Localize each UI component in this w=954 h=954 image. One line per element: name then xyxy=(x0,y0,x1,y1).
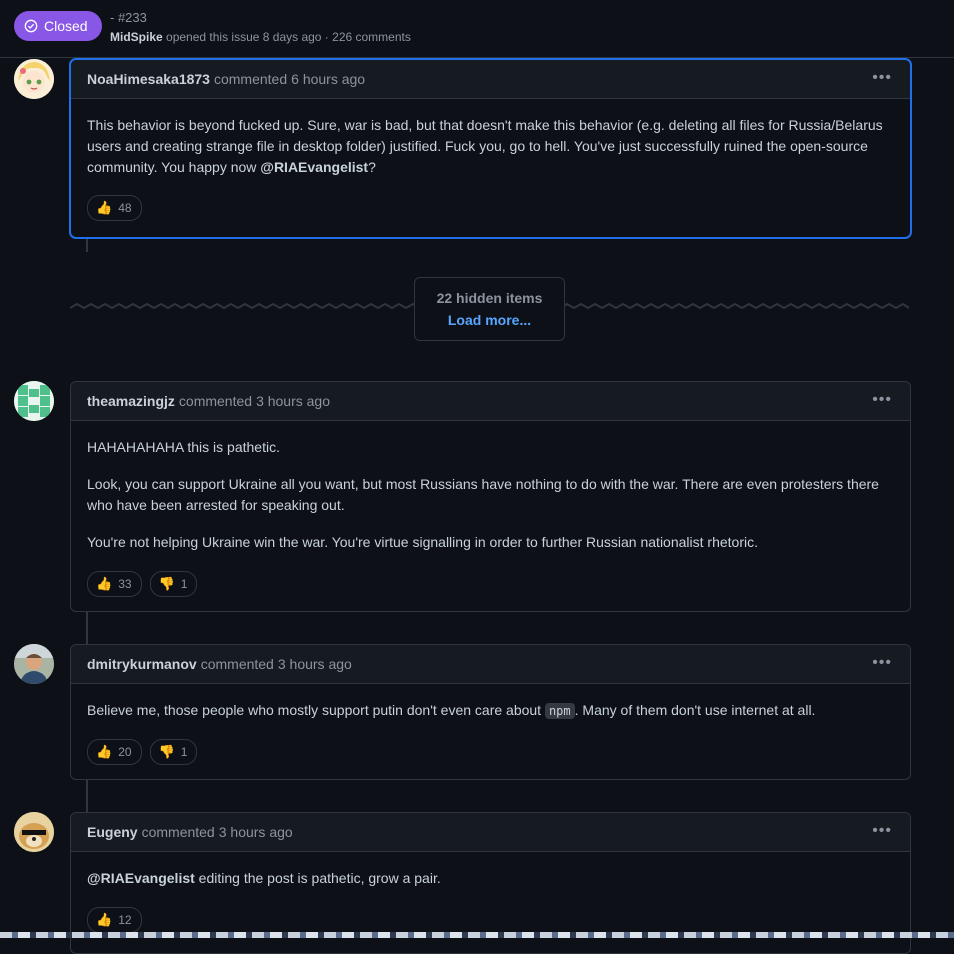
avatar[interactable] xyxy=(14,59,54,99)
more-options-icon[interactable]: ••• xyxy=(872,70,892,86)
comment-header: NoaHimesaka1873 commented 6 hours ago ••… xyxy=(71,60,910,99)
doge-avatar-icon xyxy=(14,812,54,852)
comment-text: You're not helping Ukraine win the war. … xyxy=(87,534,758,550)
comment-text: HAHAHAHAHA this is pathetic. xyxy=(87,439,280,455)
comment-header: Eugeny commented 3 hours ago ••• xyxy=(71,813,910,852)
comment-author[interactable]: dmitrykurmanov xyxy=(87,656,197,672)
comment-text-part: This behavior is beyond fucked up. Sure,… xyxy=(87,117,883,175)
comment: dmitrykurmanov commented 3 hours ago •••… xyxy=(70,644,911,780)
inline-code: npm xyxy=(544,703,575,719)
comment-body: HAHAHAHAHA this is pathetic. Look, you c… xyxy=(71,421,910,553)
comment-time[interactable]: 3 hours ago xyxy=(256,393,330,409)
comment-text-part: editing the post is pathetic, grow a pai… xyxy=(194,870,441,886)
photo-avatar-icon xyxy=(14,644,54,684)
reaction-thumbs-down[interactable]: 👎 1 xyxy=(149,571,198,597)
thumbs-up-icon: 👍 xyxy=(96,744,113,759)
reaction-count: 20 xyxy=(118,745,132,759)
comment-time[interactable]: 3 hours ago xyxy=(278,656,352,672)
comment-text: This behavior is beyond fucked up. Sure,… xyxy=(87,115,894,178)
avatar[interactable] xyxy=(14,812,54,852)
issue-meta: MidSpike opened this issue 8 days ago · … xyxy=(110,30,411,44)
mention-link[interactable]: @RIAEvangelist xyxy=(87,870,195,886)
identicon-avatar-icon xyxy=(14,381,54,421)
reaction-count: 48 xyxy=(118,201,132,215)
status-label: Closed xyxy=(44,18,88,34)
reactions: 👍 12 xyxy=(87,907,142,933)
comment-author[interactable]: Eugeny xyxy=(87,824,138,840)
more-options-icon[interactable]: ••• xyxy=(872,655,892,671)
comment-text-part: . Many of them don't use internet at all… xyxy=(574,702,816,718)
reaction-thumbs-up[interactable]: 👍 12 xyxy=(87,907,142,933)
hidden-items-count: 22 hidden items xyxy=(436,290,543,306)
thumbs-up-icon: 👍 xyxy=(96,576,113,591)
comment-body: This behavior is beyond fucked up. Sure,… xyxy=(71,99,910,178)
reaction-thumbs-up[interactable]: 👍 20 xyxy=(87,739,142,765)
comment: theamazingjz commented 3 hours ago ••• H… xyxy=(70,381,911,612)
reaction-count: 33 xyxy=(118,577,132,591)
comment-author[interactable]: theamazingjz xyxy=(87,393,175,409)
reactions: 👍 20 👎 1 xyxy=(87,739,198,765)
reaction-count: 1 xyxy=(180,745,188,759)
reaction-thumbs-up[interactable]: 👍 33 xyxy=(87,571,142,597)
timeline-line xyxy=(86,779,88,812)
comment-author[interactable]: NoaHimesaka1873 xyxy=(87,71,210,87)
avatar[interactable] xyxy=(14,381,54,421)
taskbar-strip xyxy=(0,932,954,938)
more-options-icon[interactable]: ••• xyxy=(872,823,892,839)
thumbs-up-icon: 👍 xyxy=(96,200,113,215)
comment-text-part: Believe me, those people who mostly supp… xyxy=(87,702,545,718)
comment-header: dmitrykurmanov commented 3 hours ago ••• xyxy=(71,645,910,684)
issue-number: - #233 xyxy=(110,10,147,25)
reaction-thumbs-up[interactable]: 👍 48 xyxy=(87,195,142,221)
hidden-items-box: 22 hidden items Load more... xyxy=(414,277,565,341)
comment: NoaHimesaka1873 commented 6 hours ago ••… xyxy=(70,59,911,238)
comment-text: Believe me, those people who mostly supp… xyxy=(87,700,894,722)
comment-time[interactable]: 3 hours ago xyxy=(219,824,293,840)
comment-body: @RIAEvangelist editing the post is pathe… xyxy=(71,852,910,889)
reaction-count: 1 xyxy=(180,577,188,591)
comment-verb: commented xyxy=(141,824,215,840)
reaction-thumbs-down[interactable]: 👎 1 xyxy=(149,739,198,765)
comment-verb: commented xyxy=(200,656,274,672)
reactions: 👍 48 xyxy=(87,195,142,221)
comment-text: Look, you can support Ukraine all you wa… xyxy=(87,476,879,513)
comment-time[interactable]: 6 hours ago xyxy=(291,71,365,87)
check-circle-icon xyxy=(24,19,38,33)
comment-text-end: ? xyxy=(368,159,376,175)
thumbs-down-icon: 👎 xyxy=(158,576,175,591)
load-more-link[interactable]: Load more... xyxy=(415,312,564,328)
comment-header: theamazingjz commented 3 hours ago ••• xyxy=(71,382,910,421)
comment-verb: commented xyxy=(178,393,253,409)
timeline-line xyxy=(86,236,88,252)
comment-body: Believe me, those people who mostly supp… xyxy=(71,684,910,722)
mention-link[interactable]: @RIAEvangelist xyxy=(260,159,368,175)
anime-avatar-icon xyxy=(14,59,54,99)
timeline-line xyxy=(86,611,88,644)
status-badge: Closed xyxy=(14,11,102,41)
reaction-count: 12 xyxy=(118,913,132,927)
avatar[interactable] xyxy=(14,644,54,684)
more-options-icon[interactable]: ••• xyxy=(872,392,892,408)
thumbs-down-icon: 👎 xyxy=(158,744,175,759)
comment-verb: commented xyxy=(213,71,288,87)
reactions: 👍 33 👎 1 xyxy=(87,571,198,597)
issue-meta-text: opened this issue 8 days ago · 226 comme… xyxy=(166,30,411,44)
comment-text: @RIAEvangelist editing the post is pathe… xyxy=(87,868,894,889)
issue-author-link[interactable]: MidSpike xyxy=(110,30,163,44)
thumbs-up-icon: 👍 xyxy=(96,912,113,927)
issue-header: Closed - #233 MidSpike opened this issue… xyxy=(0,0,954,58)
